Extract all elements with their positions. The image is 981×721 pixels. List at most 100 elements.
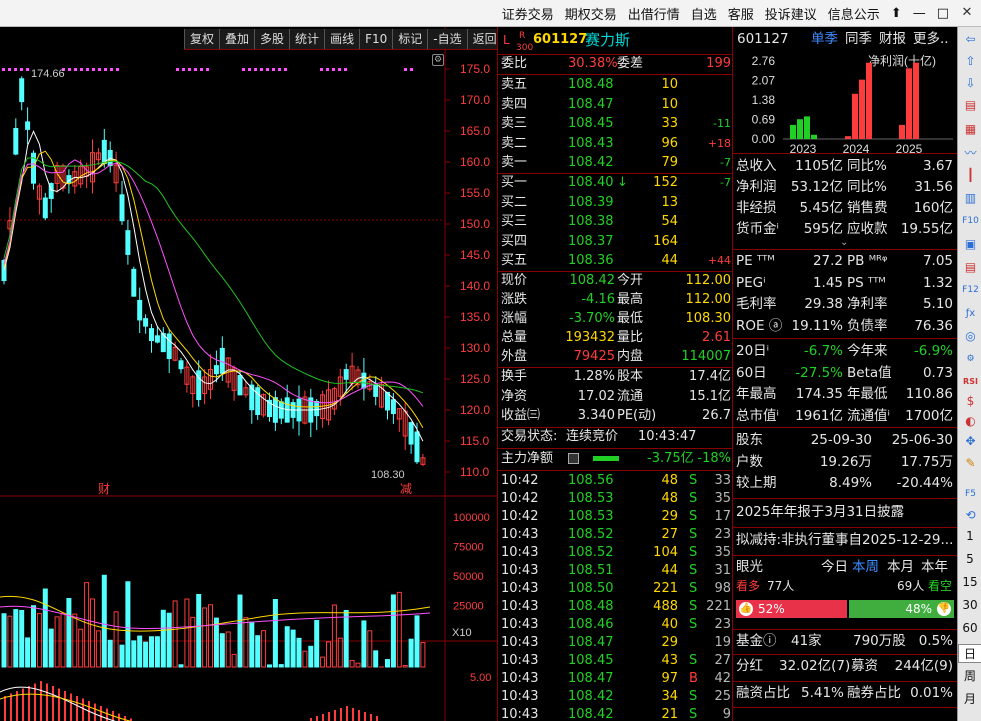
toolbar-overlay[interactable]: 叠加 <box>219 29 254 49</box>
tick-row[interactable]: 10:43 108.50 221 S 98 <box>498 580 732 598</box>
tick-row[interactable]: 10:43 108.45 43 S 27 <box>498 652 732 670</box>
f5-icon[interactable]: F5 <box>962 486 979 503</box>
candle-body <box>137 299 143 321</box>
formula-icon[interactable]: ƒx <box>962 305 979 322</box>
doc-icon[interactable]: ▣ <box>962 236 979 253</box>
line-chart-icon[interactable]: 〰 <box>962 145 979 162</box>
bid-row[interactable]: 买四 108.37 164 <box>498 233 732 251</box>
bid-row[interactable]: 买二 108.39 13 <box>498 194 732 212</box>
tick-row[interactable]: 10:43 108.42 34 S 25 <box>498 688 732 706</box>
kline-icon[interactable]: ┃ <box>962 167 979 184</box>
bid-row[interactable]: 买一 108.40 ↓ 152 -7 <box>498 174 732 192</box>
tick-row[interactable]: 10:43 108.47 29 19 <box>498 634 732 652</box>
tick-row[interactable]: 10:43 108.52 27 S 23 <box>498 526 732 544</box>
maximize-button[interactable]: □ <box>937 6 949 21</box>
period-2[interactable]: 5 <box>958 552 981 566</box>
tick-row[interactable]: 10:42 108.53 29 S 17 <box>498 508 732 526</box>
menu-customer-service[interactable]: 客服 <box>728 4 754 23</box>
tab-same-quarter[interactable]: 同季 <box>845 29 872 50</box>
tick-row[interactable]: 10:43 108.46 40 S 23 <box>498 616 732 634</box>
menu-options-trading[interactable]: 期权交易 <box>565 4 617 23</box>
rsi-icon[interactable]: RSI <box>962 373 979 390</box>
flow-list-icon[interactable] <box>568 453 579 464</box>
menu-info-disclosure[interactable]: 信息公示 <box>828 4 880 23</box>
tick-row[interactable]: 10:43 108.47 97 B 42 <box>498 670 732 688</box>
indicator-icon[interactable]: ⚙ <box>962 351 979 368</box>
menu-complaints[interactable]: 投诉建议 <box>765 4 817 23</box>
ask-row[interactable]: 卖五 108.48 10 <box>498 76 732 94</box>
toolbar-remove-watchlist[interactable]: -自选 <box>427 29 466 49</box>
bid-row[interactable]: 买三 108.38 54 <box>498 213 732 231</box>
candle-body <box>414 431 420 463</box>
eye-tab-today[interactable]: 今日 <box>821 557 848 578</box>
left-arrow-icon[interactable]: ⇦ <box>962 31 979 48</box>
toolbar-draw-line[interactable]: 画线 <box>324 29 359 49</box>
expand-chevron-icon[interactable]: ⌄ <box>840 237 848 248</box>
period-8[interactable]: 月 <box>958 690 981 707</box>
close-button[interactable]: ✕ <box>958 4 976 22</box>
tick-row[interactable]: 10:43 108.51 44 S 31 <box>498 562 732 580</box>
ask-row[interactable]: 卖二 108.43 96 +18 <box>498 135 732 153</box>
eye-tab-year[interactable]: 本年 <box>921 557 948 578</box>
news-icon[interactable]: ▤ <box>962 259 979 276</box>
toolbar-mark[interactable]: 标记 <box>392 29 427 49</box>
ask-row[interactable]: 卖一 108.42 79 -7 <box>498 154 732 172</box>
bid-row[interactable]: 买五 108.36 44 +44 <box>498 252 732 270</box>
bearish-bar[interactable]: 48% 👎 <box>849 600 954 618</box>
ask-row[interactable]: 卖三 108.45 33 -11 <box>498 115 732 133</box>
menu-watchlist[interactable]: 自选 <box>691 4 717 23</box>
pie-icon[interactable]: ◐ <box>962 413 979 430</box>
pencil-icon[interactable]: ✎ <box>962 455 979 472</box>
f10-icon[interactable]: F10 <box>962 213 979 230</box>
toolbar-statistics[interactable]: 统计 <box>289 29 324 49</box>
tab-report[interactable]: 财报 <box>879 29 906 50</box>
candle-body <box>343 369 349 380</box>
menu-securities-trading[interactable]: 证券交易 <box>502 4 554 23</box>
menu-lending-quotes[interactable]: 出借行情 <box>628 4 680 23</box>
up-arrow-icon[interactable]: ⇧ <box>962 53 979 70</box>
period-4[interactable]: 30 <box>958 598 981 612</box>
down-arrow-icon[interactable]: ⇩ <box>962 75 979 92</box>
period-6[interactable]: 日 <box>958 644 981 663</box>
financial-marker[interactable]: 财 <box>98 482 110 496</box>
main-flow-row[interactable]: 主力净额 -3.75亿 -18% <box>498 450 732 468</box>
toolbar-multi-stock[interactable]: 多股 <box>254 29 289 49</box>
quote-list-icon[interactable]: ▤ <box>962 97 979 114</box>
grid-icon[interactable]: ▦ <box>962 121 979 138</box>
period-3[interactable]: 15 <box>958 575 981 589</box>
period-5[interactable]: 60 <box>958 621 981 635</box>
money-icon[interactable]: $ <box>962 393 979 410</box>
level-volume: 79 <box>661 155 678 171</box>
tick-row[interactable]: 10:43 108.48 488 S 221 <box>498 598 732 616</box>
kline-chart-svg[interactable]: 175.0 170.0 165.0 160.0 155.0 150.0 145.0 140.0… <box>0 27 497 721</box>
tick-row[interactable]: 10:43 108.42 21 S 9 <box>498 706 732 721</box>
pin-icon[interactable]: ⬆ <box>891 6 902 21</box>
settings-gear-icon[interactable]: ⚙ <box>432 54 444 66</box>
notice-reduction[interactable]: 拟减持:非执行董事自2025-12-29... <box>733 530 957 551</box>
reduction-marker[interactable]: 减 <box>400 482 412 496</box>
f12-icon[interactable]: F12 <box>962 282 979 299</box>
kline-chart-pane[interactable]: 175.0 170.0 165.0 160.0 155.0 150.0 145.0 140.0… <box>0 27 497 721</box>
circle-icon[interactable]: ◎ <box>962 328 979 345</box>
level-price: 108.48 <box>568 77 614 92</box>
tab-single-quarter[interactable]: 单季 <box>811 29 838 50</box>
bullish-bar[interactable]: 👍 52% <box>736 600 847 618</box>
net-profit-mini-chart: 净利润(十亿)2.762.071.380.690.002023 2024 2025 <box>752 53 953 154</box>
period-7[interactable]: 周 <box>958 667 981 684</box>
notice-report-date[interactable]: 2025年年报于3月31日披露 <box>733 502 957 523</box>
refresh-icon[interactable]: ⟲ <box>962 507 979 524</box>
eye-tab-week[interactable]: 本周 <box>852 557 879 578</box>
tick-row[interactable]: 10:42 108.53 48 S 35 <box>498 490 732 508</box>
tick-row[interactable]: 10:43 108.52 104 S 35 <box>498 544 732 562</box>
move-icon[interactable]: ✥ <box>962 433 979 450</box>
period-1[interactable]: 1 <box>958 529 981 543</box>
toolbar-fuquan[interactable]: 复权 <box>184 29 219 49</box>
tab-more[interactable]: 更多.. <box>913 29 949 50</box>
info-row: 净利润 53.12亿 同比% 31.56 <box>736 179 953 195</box>
ask-row[interactable]: 卖四 108.47 10 <box>498 96 732 114</box>
table-icon[interactable]: ▥ <box>962 190 979 207</box>
toolbar-f10[interactable]: F10 <box>359 29 392 49</box>
tick-row[interactable]: 10:42 108.56 48 S 33 <box>498 472 732 490</box>
minimize-button[interactable]: — <box>913 6 926 21</box>
eye-tab-month[interactable]: 本月 <box>887 557 914 578</box>
